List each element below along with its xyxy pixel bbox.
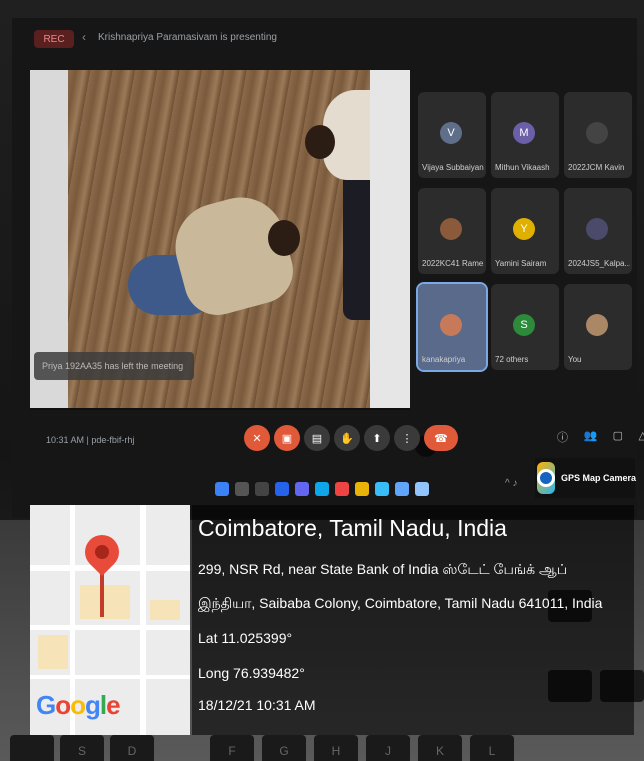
map-road [30, 675, 190, 679]
map-block [150, 600, 180, 620]
participant-name: 2024JS5_Kalpa... [568, 259, 630, 268]
more-options-icon[interactable]: ⋮ [394, 425, 420, 451]
key-f: F [210, 735, 254, 761]
google-logo: Google [36, 690, 121, 720]
participant-name: Mithun Vikaash [495, 163, 550, 172]
presenting-text: Krishnapriya Paramasivam is presenting [98, 32, 277, 43]
gps-map-camera-logo-icon [537, 462, 555, 494]
teams-icon[interactable] [295, 482, 309, 496]
location-info-panel: Coimbatore, Tamil Nadu, India 299, NSR R… [192, 505, 634, 735]
avatar [586, 314, 608, 336]
map-road [140, 505, 146, 735]
camera-off-icon[interactable]: ▣ [274, 425, 300, 451]
participant-tile[interactable]: V Vijaya Subbaiyan [418, 92, 486, 178]
present-icon[interactable]: ⬆ [364, 425, 390, 451]
map-block [38, 635, 68, 669]
avatar [440, 314, 462, 336]
avatar: M [513, 122, 535, 144]
map-thumbnail: Google [30, 505, 190, 735]
chat-icon[interactable]: ▢ [613, 429, 623, 449]
person-kneeling-head [268, 220, 300, 256]
edge-icon[interactable] [315, 482, 329, 496]
key-l: L [470, 735, 514, 761]
start-icon[interactable] [215, 482, 229, 496]
rec-badge: REC [34, 30, 74, 48]
photo-frame: REC ‹ Krishnapriya Paramasivam is presen… [0, 0, 644, 761]
captions-icon[interactable]: ▤ [304, 425, 330, 451]
avatar: V [440, 122, 462, 144]
location-overlay: Google Coimbatore, Tamil Nadu, India 299… [30, 505, 634, 735]
key-h: H [314, 735, 358, 761]
key-j: J [366, 735, 410, 761]
meeting-time-code: 10:31 AM | pde-fbif-rhj [46, 435, 135, 445]
left-meeting-toast: Priya 192AA35 has left the meeting [34, 352, 194, 380]
participant-tile[interactable]: 2022JCM Kavin [564, 92, 632, 178]
participant-tile[interactable]: You [564, 284, 632, 370]
key-d: D [110, 735, 154, 761]
end-call-icon[interactable]: ☎ [424, 425, 458, 451]
activities-icon[interactable]: △ [639, 429, 644, 449]
map-road [30, 625, 190, 630]
people-icon[interactable]: 👥 [583, 429, 597, 449]
participant-name: kanakapriya [422, 355, 466, 364]
app-icon[interactable] [415, 482, 429, 496]
slide-border-right [370, 70, 410, 408]
meet-controls: 10:31 AM | pde-fbif-rhj ✕ ▣ ▤ ✋ ⬆ ⋮ ☎ ⓘ … [12, 425, 644, 459]
avatar [586, 218, 608, 240]
participant-name: 72 others [495, 355, 529, 364]
key-g: G [262, 735, 306, 761]
participant-tile[interactable]: M Mithun Vikaash [491, 92, 559, 178]
mic-off-icon[interactable]: ✕ [244, 425, 270, 451]
system-tray[interactable]: ^ ♪ [505, 478, 517, 489]
participant-tile[interactable]: 2022KC41 Rame... [418, 188, 486, 274]
location-city: Coimbatore, Tamil Nadu, India [198, 515, 507, 541]
info-icon[interactable]: ⓘ [557, 429, 568, 449]
meet-side-icons: ⓘ 👥 ▢ △ [557, 429, 644, 449]
participant-name: You [568, 355, 582, 364]
chevron-left-icon[interactable]: ‹ [82, 30, 86, 44]
avatar: S [513, 314, 535, 336]
raise-hand-icon[interactable]: ✋ [334, 425, 360, 451]
participant-tiles: V Vijaya Subbaiyan M Mithun Vikaash 2022JCM … [416, 92, 633, 382]
search-icon[interactable] [235, 482, 249, 496]
participant-name: Yamini Sairam [495, 259, 547, 268]
participant-name: 2022JCM Kavin [568, 163, 625, 172]
task-view-icon[interactable] [255, 482, 269, 496]
avatar [440, 218, 462, 240]
avatar: Y [513, 218, 535, 240]
location-longitude: Long 76.939482° [198, 665, 305, 681]
windows-taskbar [215, 478, 435, 500]
participant-tile[interactable]: S 72 others [491, 284, 559, 370]
key-k: K [418, 735, 462, 761]
participant-tile[interactable]: kanakapriya [416, 282, 488, 372]
meet-topbar: REC ‹ Krishnapriya Paramasivam is presen… [14, 24, 634, 54]
key [10, 735, 54, 761]
key-s: S [60, 735, 104, 761]
participant-name: Vijaya Subbaiyan [422, 163, 484, 172]
chrome-icon[interactable] [335, 482, 349, 496]
file-explorer-icon[interactable] [355, 482, 369, 496]
widgets-icon[interactable] [275, 482, 289, 496]
gps-map-camera-watermark: GPS Map Camera [535, 458, 637, 498]
store-icon[interactable] [395, 482, 409, 496]
location-datetime: 18/12/21 10:31 AM [198, 697, 316, 713]
participant-tile[interactable]: 2024JS5_Kalpa... [564, 188, 632, 274]
location-address-line2: இந்தியா, Saibaba Colony, Coimbatore, Tam… [198, 595, 603, 611]
cortana-icon[interactable] [375, 482, 389, 496]
map-block [80, 585, 130, 619]
participant-name: 2022KC41 Rame... [422, 259, 484, 268]
participant-tile[interactable]: Y Yamini Sairam [491, 188, 559, 274]
gps-map-camera-label: GPS Map Camera [561, 473, 637, 483]
avatar [586, 122, 608, 144]
location-latitude: Lat 11.025399° [198, 630, 293, 646]
location-address-line1: 299, NSR Rd, near State Bank of India ஸ்… [198, 561, 568, 577]
person-standing-head [305, 125, 335, 159]
